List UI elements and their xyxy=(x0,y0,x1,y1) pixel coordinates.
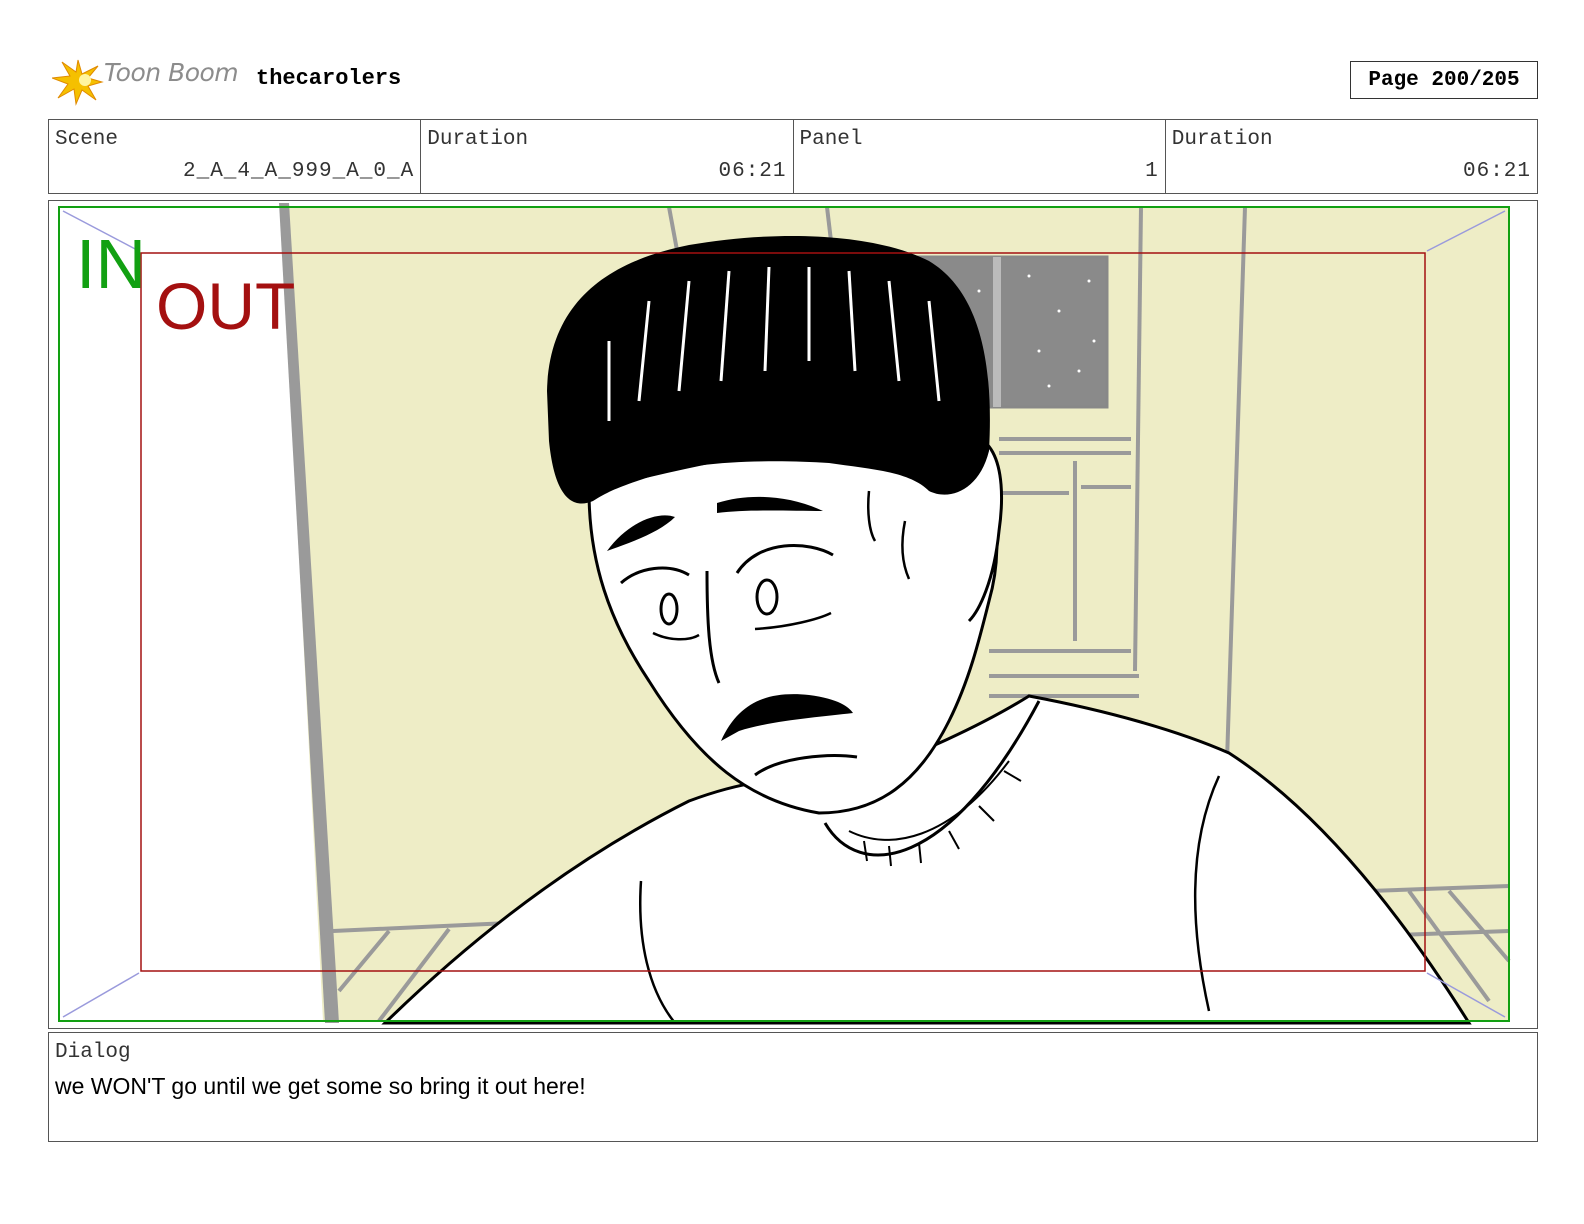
dialog-label: Dialog xyxy=(55,1041,131,1064)
panel-duration-cell: Duration 06:21 xyxy=(1166,120,1537,193)
scene-duration-value: 06:21 xyxy=(718,160,787,183)
panel-label: Panel xyxy=(799,128,863,151)
project-title: thecarolers xyxy=(256,66,402,91)
scene-label: Scene xyxy=(55,128,119,151)
scene-value: 2_A_4_A_999_A_0_A xyxy=(183,160,415,183)
toon-boom-logo: Toon Boom xyxy=(51,56,242,106)
scene-duration-cell: Duration 06:21 xyxy=(421,120,794,193)
dialog-text: we WON'T go until we get some so bring i… xyxy=(55,1073,586,1099)
dialog-box: Dialog we WON'T go until we get some so … xyxy=(48,1032,1538,1142)
starburst-icon xyxy=(51,59,104,106)
logo-wordmark: Toon Boom xyxy=(104,58,239,87)
scene-cell: Scene 2_A_4_A_999_A_0_A xyxy=(49,120,422,193)
out-frame-label: OUT xyxy=(156,269,296,343)
panel-cell: Panel 1 xyxy=(794,120,1166,193)
page-indicator: Page 200/205 xyxy=(1350,61,1538,99)
in-frame-label: IN xyxy=(76,225,146,303)
scene-info-table: Scene 2_A_4_A_999_A_0_A Duration 06:21 P… xyxy=(48,119,1538,194)
storyboard-panel: IN OUT xyxy=(48,200,1538,1029)
scene-duration-label: Duration xyxy=(427,128,529,151)
panel-value: 1 xyxy=(1145,160,1159,183)
panel-duration-value: 06:21 xyxy=(1462,160,1531,183)
panel-duration-label: Duration xyxy=(1171,128,1273,151)
